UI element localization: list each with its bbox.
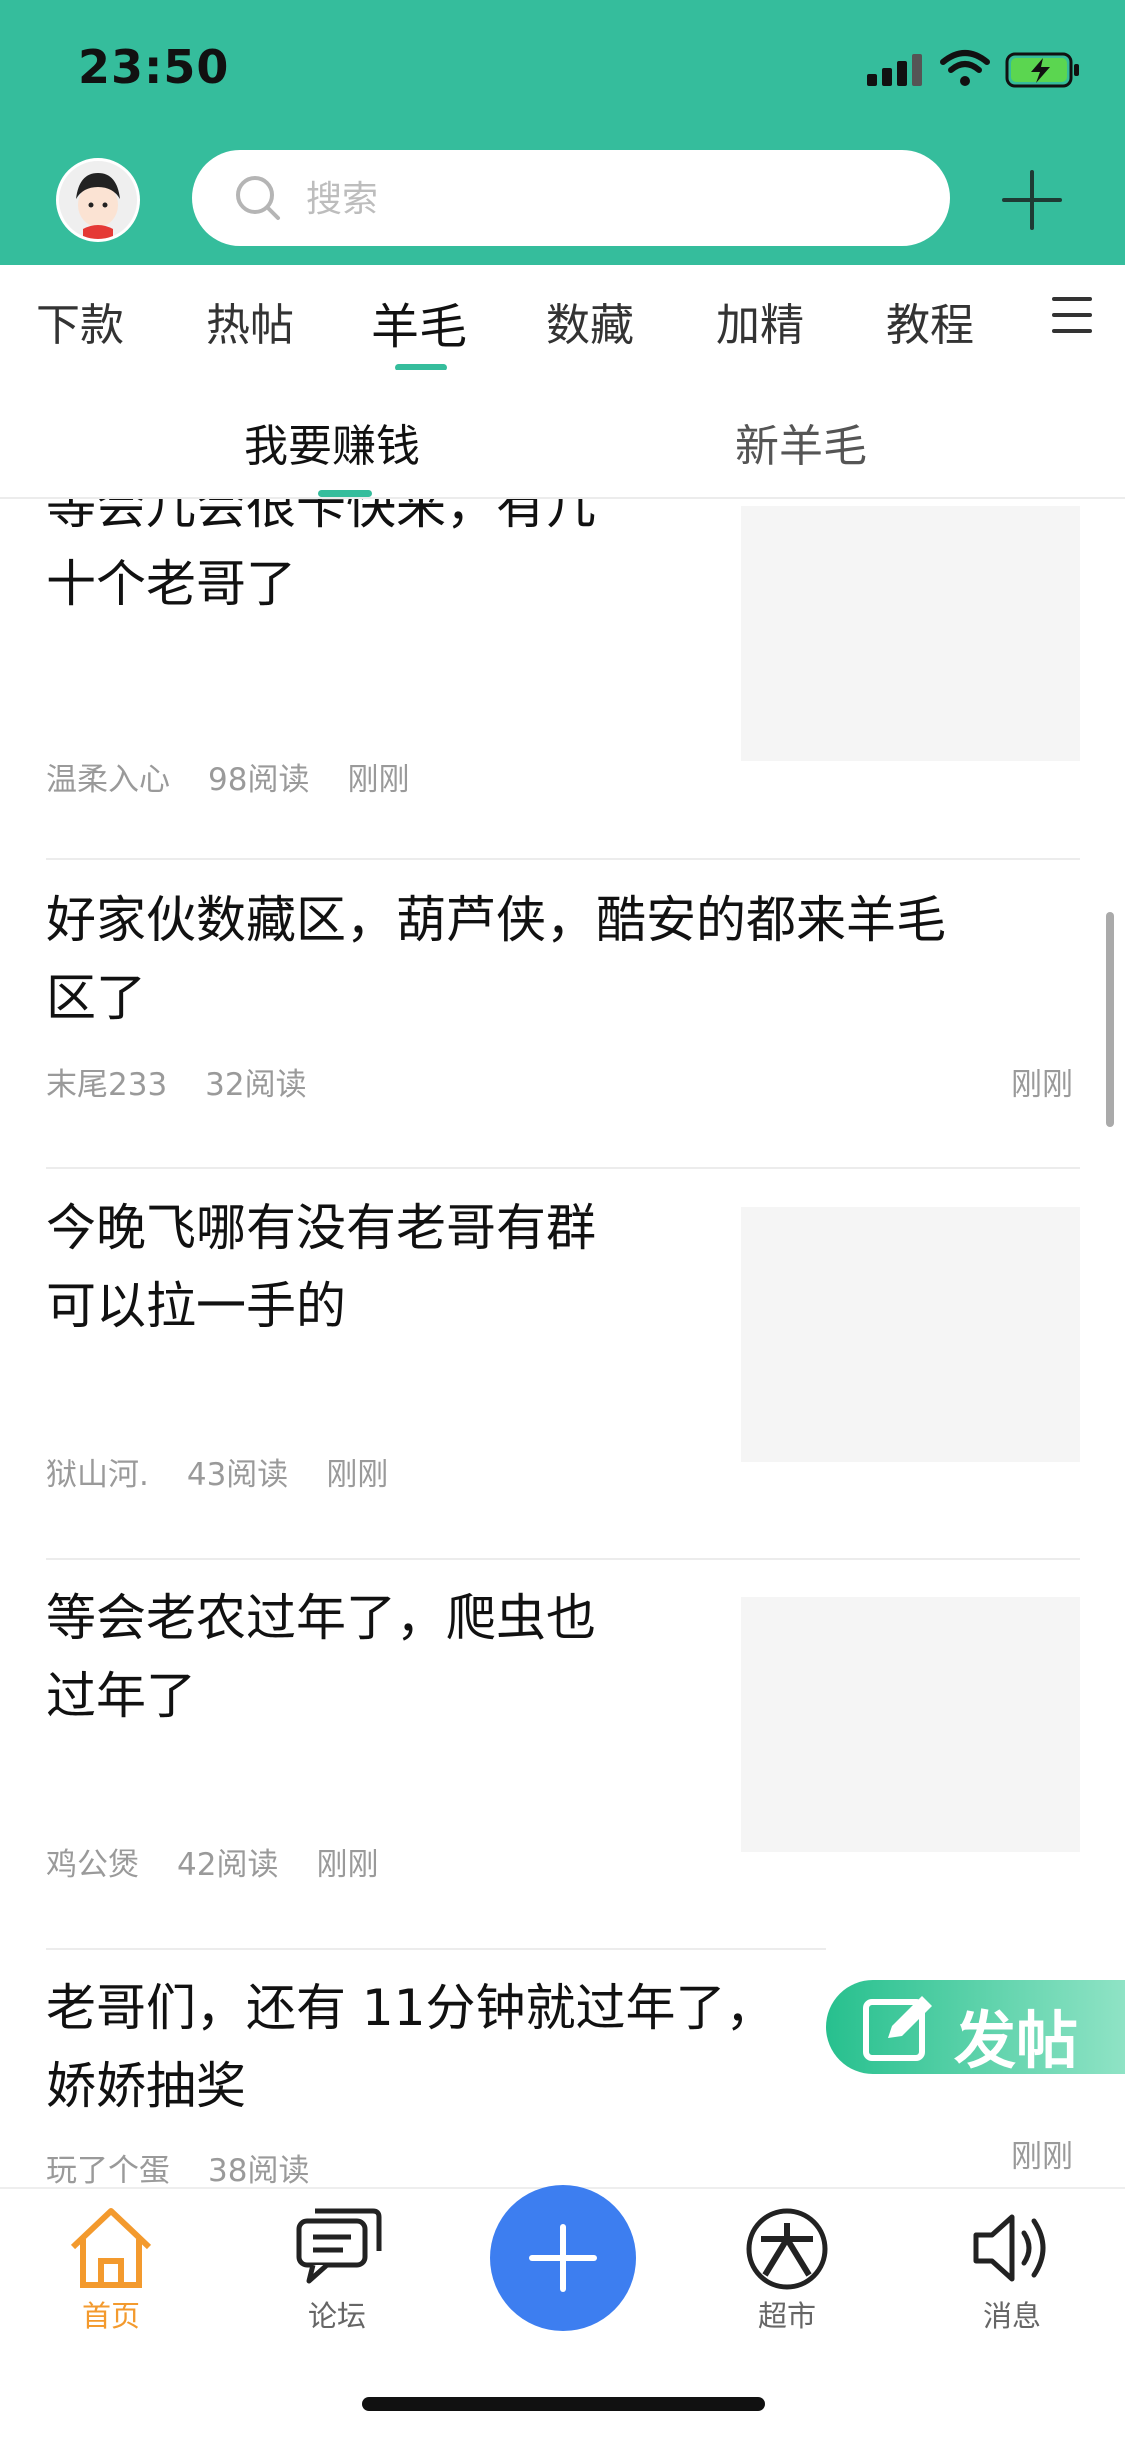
wifi-icon: [940, 50, 990, 86]
search-icon: [236, 176, 280, 220]
scrollbar[interactable]: [1106, 912, 1114, 1127]
edit-icon: [863, 1996, 932, 2061]
chat-icon: [296, 2208, 382, 2284]
post-meta: 鸡公煲 42阅读 刚刚: [46, 1839, 416, 1884]
home-icon: [70, 2208, 152, 2288]
market-icon: [746, 2208, 828, 2290]
tab-yangmao[interactable]: 羊毛: [371, 287, 467, 357]
add-icon[interactable]: [1000, 168, 1064, 232]
battery-charging-icon: [1005, 52, 1079, 88]
nav-forum[interactable]: 论坛: [262, 2205, 412, 2345]
post-reads: 38阅读: [208, 2153, 310, 2187]
post-author: 温柔入心: [46, 762, 170, 798]
tab-retie[interactable]: 热帖: [206, 289, 294, 353]
post-title: 等会儿会很卡快来，有几 十个老哥了: [46, 497, 596, 613]
active-subtab-indicator: [318, 490, 372, 497]
center-add-button[interactable]: [490, 2185, 636, 2331]
app-header: 23:50: [0, 0, 1125, 265]
nav-messages[interactable]: 消息: [937, 2205, 1087, 2345]
post-time: 刚刚: [1011, 2139, 1073, 2175]
home-indicator: [362, 2397, 765, 2411]
post-time: 刚刚: [326, 1457, 389, 1493]
post-item[interactable]: 今晚飞哪有没有老哥有群 可以拉一手的 狱山河. 43阅读 刚刚: [0, 1169, 1125, 1560]
post-item[interactable]: 等会老农过年了，爬虫也 过年了 鸡公煲 42阅读 刚刚: [0, 1559, 1125, 1950]
tab-jiajing[interactable]: 加精: [716, 289, 804, 353]
subtab-new[interactable]: 新羊毛: [735, 410, 867, 474]
subtab-make-money[interactable]: 我要赚钱: [244, 410, 420, 474]
post-time: 刚刚: [1011, 1067, 1073, 1103]
post-time: 刚刚: [347, 762, 410, 798]
search-input[interactable]: [304, 170, 908, 228]
speaker-icon: [973, 2214, 1046, 2282]
post-reads: 43阅读: [186, 1457, 289, 1493]
post-author: 鸡公煲: [46, 1847, 139, 1883]
nav-market[interactable]: 超市: [712, 2205, 862, 2345]
user-avatar[interactable]: [56, 158, 140, 242]
tab-shucang[interactable]: 数藏: [546, 289, 634, 353]
post-item[interactable]: 好家伙数藏区，葫芦侠，酷安的都来羊毛 区了 末尾233 32阅读 刚刚: [0, 859, 1125, 1169]
menu-icon[interactable]: [1052, 295, 1092, 335]
post-title: 好家伙数藏区，葫芦侠，酷安的都来羊毛 区了: [46, 891, 946, 1027]
new-post-button[interactable]: 发帖: [826, 1980, 1125, 2077]
post-item[interactable]: 等会儿会很卡快来，有几 十个老哥了 温柔入心 98阅读 刚刚: [0, 497, 1125, 860]
signal-icon: [867, 52, 923, 86]
post-title: 今晚飞哪有没有老哥有群 可以拉一手的: [46, 1199, 596, 1335]
post-reads: 32阅读: [205, 1067, 307, 1103]
status-time: 23:50: [78, 40, 230, 94]
post-time: 刚刚: [316, 1847, 379, 1883]
post-thumbnail: [741, 1597, 1080, 1852]
post-author: 玩了个蛋: [46, 2153, 170, 2187]
post-title: 老哥们，还有 11分钟就过年了， 娇娇抽奖: [46, 1979, 776, 2115]
post-title: 等会老农过年了，爬虫也 过年了: [46, 1589, 596, 1725]
tab-xiakuan[interactable]: 下款: [36, 289, 124, 353]
nav-home[interactable]: 首页: [36, 2205, 186, 2345]
post-meta: 狱山河. 43阅读 刚刚: [46, 1449, 426, 1494]
post-thumbnail: [741, 1207, 1080, 1462]
new-post-label: 发帖: [954, 2004, 1079, 2077]
sub-tabs: 我要赚钱 新羊毛: [0, 370, 1125, 499]
post-meta: 温柔入心 98阅读 刚刚: [46, 754, 447, 799]
plus-icon: [529, 2224, 597, 2292]
post-thumbnail: [741, 506, 1080, 761]
post-feed: 等会儿会很卡快来，有几 十个老哥了 温柔入心 98阅读 刚刚 好家伙数藏区，葫芦侠，酷…: [0, 497, 1125, 2187]
category-tabs: 下款 热帖 羊毛 数藏 加精 教程: [0, 265, 1125, 371]
post-author: 末尾233: [46, 1067, 168, 1103]
post-author: 狱山河.: [46, 1457, 149, 1493]
tab-jiaocheng[interactable]: 教程: [886, 289, 974, 353]
post-reads: 98阅读: [208, 762, 310, 798]
post-meta: 玩了个蛋 38阅读: [46, 2145, 347, 2187]
post-reads: 42阅读: [177, 1847, 279, 1883]
search-bar[interactable]: [192, 150, 950, 246]
post-meta: 末尾233 32阅读: [46, 1059, 345, 1104]
